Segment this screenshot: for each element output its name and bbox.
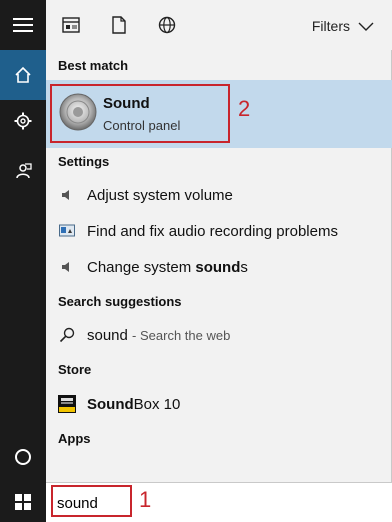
cortana-icon: [15, 449, 31, 465]
start-button[interactable]: [0, 482, 46, 522]
settings-item-label: Adjust system volume: [87, 186, 233, 204]
apps-icon: [62, 17, 80, 33]
settings-item-audio-troubleshoot[interactable]: Find and fix audio recording problems: [46, 214, 392, 248]
documents-filter-button[interactable]: [108, 14, 130, 36]
settings-item-change-sounds[interactable]: Change system sounds: [46, 250, 392, 284]
gear-icon: [14, 112, 32, 130]
annotation-number-two: 2: [238, 96, 251, 121]
soundbox-app-icon: [58, 395, 76, 413]
menu-button[interactable]: [0, 0, 46, 50]
apps-heading: Apps: [58, 431, 91, 446]
settings-item-adjust-volume[interactable]: Adjust system volume: [46, 178, 392, 212]
store-item-label: SoundBox 10: [87, 395, 181, 413]
feedback-button[interactable]: [0, 146, 46, 196]
cortana-button[interactable]: [0, 432, 46, 482]
best-match-heading: Best match: [58, 58, 129, 73]
volume-icon: [58, 186, 76, 204]
troubleshoot-icon: [58, 222, 76, 240]
annotation-box-search: [51, 485, 132, 517]
suggestion-text: sound - Search the web: [87, 326, 231, 344]
home-button[interactable]: [0, 50, 46, 100]
settings-item-label: Find and fix audio recording problems: [87, 222, 338, 240]
store-heading: Store: [58, 362, 92, 377]
settings-heading: Settings: [58, 154, 110, 169]
web-filter-button[interactable]: [156, 14, 178, 36]
annotation-number-one: 1: [139, 487, 152, 512]
settings-button[interactable]: [0, 96, 46, 146]
search-results-panel: Filters Best match Sound Control panel S…: [46, 0, 392, 482]
search-icon: [58, 326, 76, 344]
home-icon: [15, 66, 31, 83]
filters-label: Filters: [311, 18, 350, 34]
store-item-soundbox[interactable]: SoundBox 10: [46, 387, 392, 421]
chevron-down-icon: [358, 22, 374, 31]
search-suggestions-heading: Search suggestions: [58, 294, 182, 309]
filters-dropdown[interactable]: Filters: [312, 18, 374, 34]
settings-item-label: Change system sounds: [87, 258, 248, 276]
volume-icon: [58, 258, 76, 276]
windows-logo-icon: [15, 494, 31, 510]
web-icon: [158, 16, 176, 34]
feedback-icon: [16, 163, 32, 179]
web-suggestion-item[interactable]: sound - Search the web: [46, 318, 392, 352]
hamburger-icon: [13, 18, 33, 32]
document-icon: [112, 16, 126, 34]
apps-filter-button[interactable]: [60, 14, 82, 36]
left-rail: [0, 0, 46, 522]
annotation-box-best-match: [50, 84, 230, 143]
filter-bar: Filters: [46, 0, 392, 50]
